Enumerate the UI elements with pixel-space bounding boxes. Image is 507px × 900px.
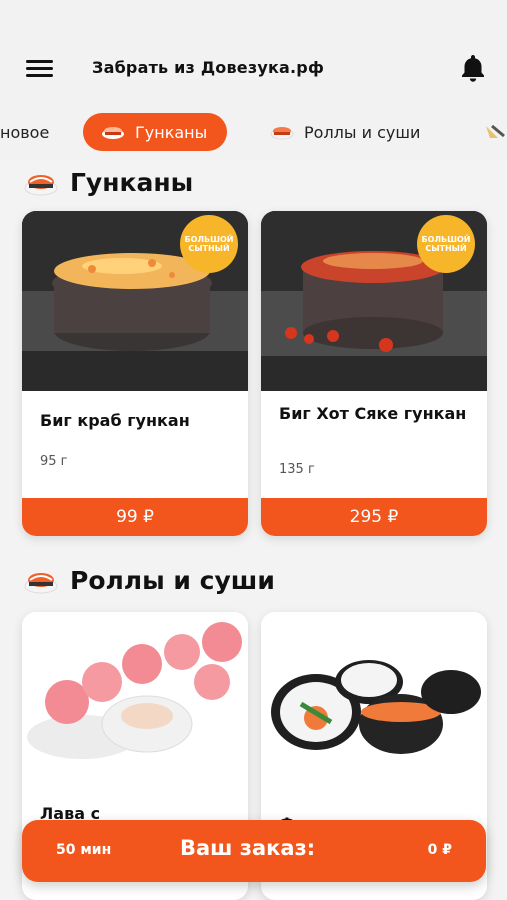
product-card[interactable]: БОЛЬШОЙ СЫТНЫЙ Биг Хот Сяке гункан 135 г… [261, 211, 487, 536]
hamburger-menu-icon[interactable] [26, 60, 54, 78]
bell-icon[interactable] [457, 52, 489, 84]
badge-line: БОЛЬШОЙ [421, 235, 471, 244]
tab-label: новое [0, 122, 50, 142]
product-image[interactable]: БОЛЬШОЙ СЫТНЫЙ [261, 211, 487, 391]
tab-rolls-sushi[interactable]: Роллы и суши [270, 113, 420, 151]
roll-image [22, 612, 248, 792]
category-tabs: новое Гунканы Роллы и суши [0, 105, 507, 160]
sushi-icon [24, 572, 58, 593]
section-title-label: Роллы и суши [70, 566, 275, 595]
delivery-time: 50 мин [56, 842, 112, 858]
product-name: Биг краб гункан [40, 411, 190, 430]
promo-badge: БОЛЬШОЙ СЫТНЫЙ [417, 215, 475, 273]
add-to-cart-button[interactable]: 295 ₽ [261, 498, 487, 536]
tab-new[interactable]: новое [0, 113, 49, 151]
order-label: Ваш заказ: [180, 836, 316, 860]
product-image[interactable] [22, 612, 248, 792]
badge-line: СЫТНЫЙ [425, 244, 467, 253]
pickup-location-title[interactable]: Забрать из Довезука.рф [92, 58, 324, 77]
badge-line: БОЛЬШОЙ [184, 235, 234, 244]
tab-label: Роллы и суши [304, 122, 421, 142]
roll-image [261, 612, 487, 792]
section-title-rolls-sushi: Роллы и суши [24, 566, 275, 595]
order-summary-bar[interactable]: 50 мин Ваш заказ: 0 ₽ [22, 820, 486, 882]
product-image[interactable] [261, 612, 487, 792]
add-to-cart-button[interactable]: 99 ₽ [22, 498, 248, 536]
tab-label: Гунканы [135, 122, 208, 142]
promo-badge: БОЛЬШОЙ СЫТНЫЙ [180, 215, 238, 273]
sushi-icon [24, 174, 58, 195]
section-title-gunkans: Гунканы [24, 168, 193, 197]
product-card[interactable]: БОЛЬШОЙ СЫТНЫЙ Биг краб гункан 95 г 99 ₽ [22, 211, 248, 536]
badge-line: СЫТНЫЙ [188, 244, 230, 253]
order-total: 0 ₽ [427, 842, 452, 858]
product-weight: 95 г [40, 454, 68, 469]
product-weight: 135 г [279, 462, 315, 477]
product-name: Биг Хот Сяке гункан [279, 404, 467, 423]
sushi-icon [270, 127, 294, 140]
section-title-label: Гунканы [70, 168, 194, 197]
sushi-icon [102, 127, 124, 139]
tab-gunkans[interactable]: Гунканы [83, 113, 228, 151]
tab-more-partial[interactable] [484, 113, 507, 151]
product-image[interactable]: БОЛЬШОЙ СЫТНЫЙ [22, 211, 248, 391]
food-icon [486, 124, 505, 138]
app-header: Забрать из Довезука.рф [0, 0, 507, 105]
